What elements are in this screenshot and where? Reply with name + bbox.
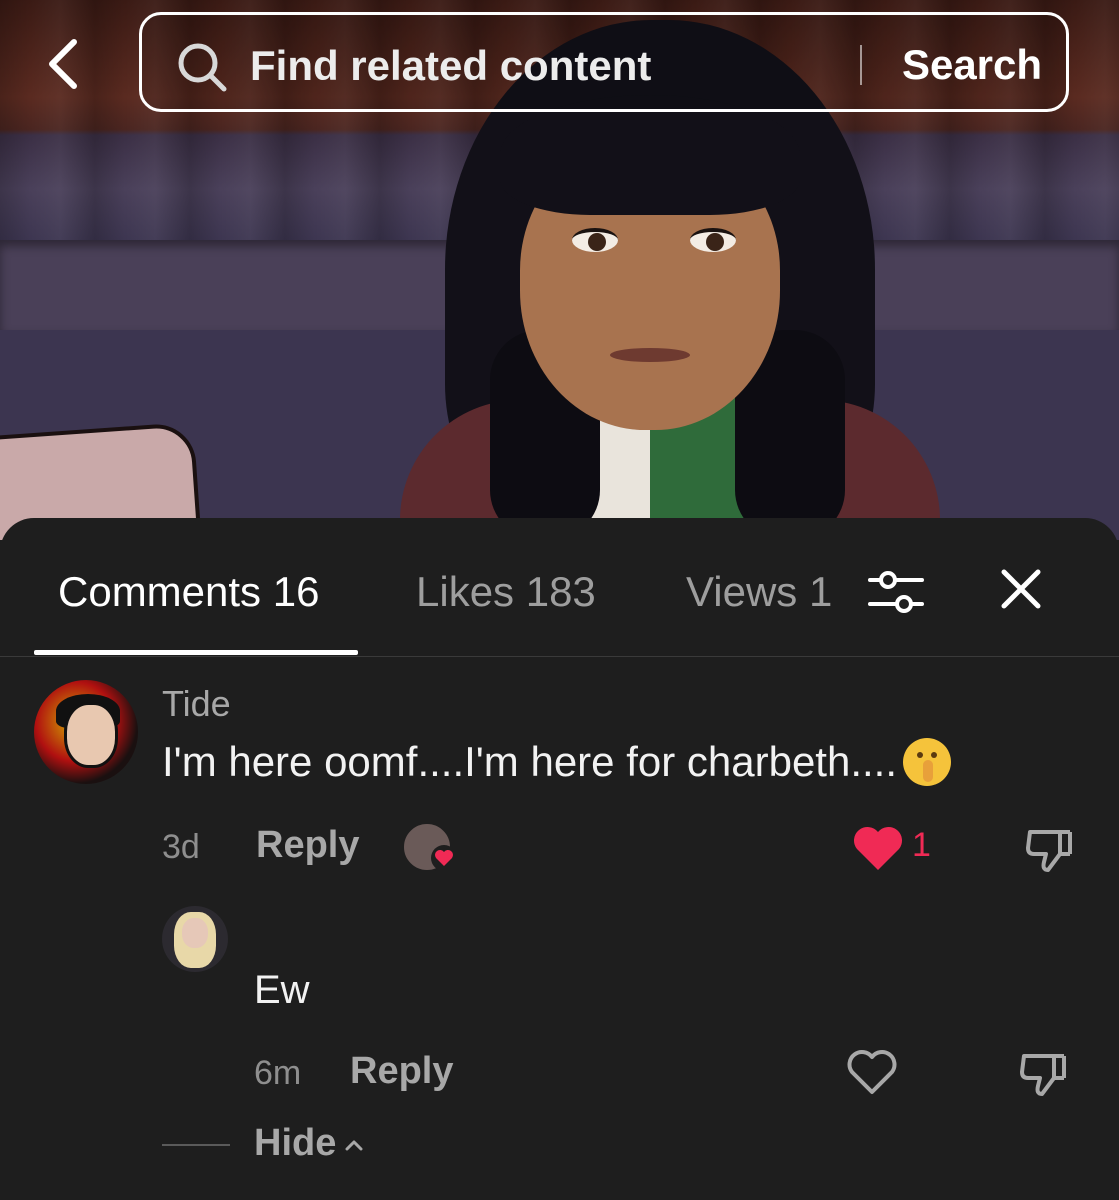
reply-button[interactable]: Reply xyxy=(256,824,359,867)
tab-comments[interactable]: Comments 16 xyxy=(58,564,319,620)
close-icon[interactable] xyxy=(996,564,1046,614)
comment-username[interactable]: Tide xyxy=(162,683,231,725)
creator-heart-icon xyxy=(431,845,457,871)
hide-divider xyxy=(162,1144,230,1146)
artwork-eye-right xyxy=(690,228,736,252)
shushing-face-emoji-icon xyxy=(903,738,951,786)
comments-panel: Comments 16 Likes 183 Views 1 Tide I'm h… xyxy=(0,518,1119,1200)
artwork-mouth xyxy=(610,348,690,362)
like-count: 1 xyxy=(912,826,931,864)
active-tab-indicator xyxy=(34,650,358,655)
search-divider xyxy=(860,45,862,85)
avatar[interactable] xyxy=(34,680,138,784)
search-input[interactable] xyxy=(248,39,842,93)
comment-timestamp: 3d xyxy=(162,828,200,866)
reply-timestamp: 6m xyxy=(254,1054,302,1092)
hide-replies-button[interactable]: Hide xyxy=(254,1122,364,1165)
heart-outline-icon[interactable] xyxy=(846,1048,898,1096)
comment-text: I'm here oomf....I'm here for charbeth..… xyxy=(162,738,951,786)
reply-avatar[interactable] xyxy=(162,906,228,972)
reply-text: Ew xyxy=(254,968,310,1012)
search-bar: Search xyxy=(139,12,1069,112)
comment-body: I'm here oomf....I'm here for charbeth..… xyxy=(162,738,897,785)
panel-tabs: Comments 16 Likes 183 Views 1 xyxy=(0,518,1119,657)
search-icon xyxy=(178,43,227,92)
top-bar: Search xyxy=(0,0,1119,130)
tab-likes[interactable]: Likes 183 xyxy=(416,564,596,620)
tab-views[interactable]: Views 1 xyxy=(686,564,832,620)
filter-sliders-icon[interactable] xyxy=(866,564,926,620)
reply-reply-button[interactable]: Reply xyxy=(350,1050,453,1093)
chevron-up-icon xyxy=(345,1140,363,1151)
hide-label: Hide xyxy=(254,1122,337,1164)
thumbs-down-icon[interactable] xyxy=(1018,1048,1070,1100)
search-button[interactable]: Search xyxy=(882,37,1062,93)
chevron-left-icon xyxy=(49,39,77,89)
heart-filled-icon[interactable] xyxy=(852,824,904,872)
thumbs-down-icon[interactable] xyxy=(1024,824,1076,876)
back-button[interactable] xyxy=(40,36,90,92)
artwork-eye-left xyxy=(572,228,618,252)
